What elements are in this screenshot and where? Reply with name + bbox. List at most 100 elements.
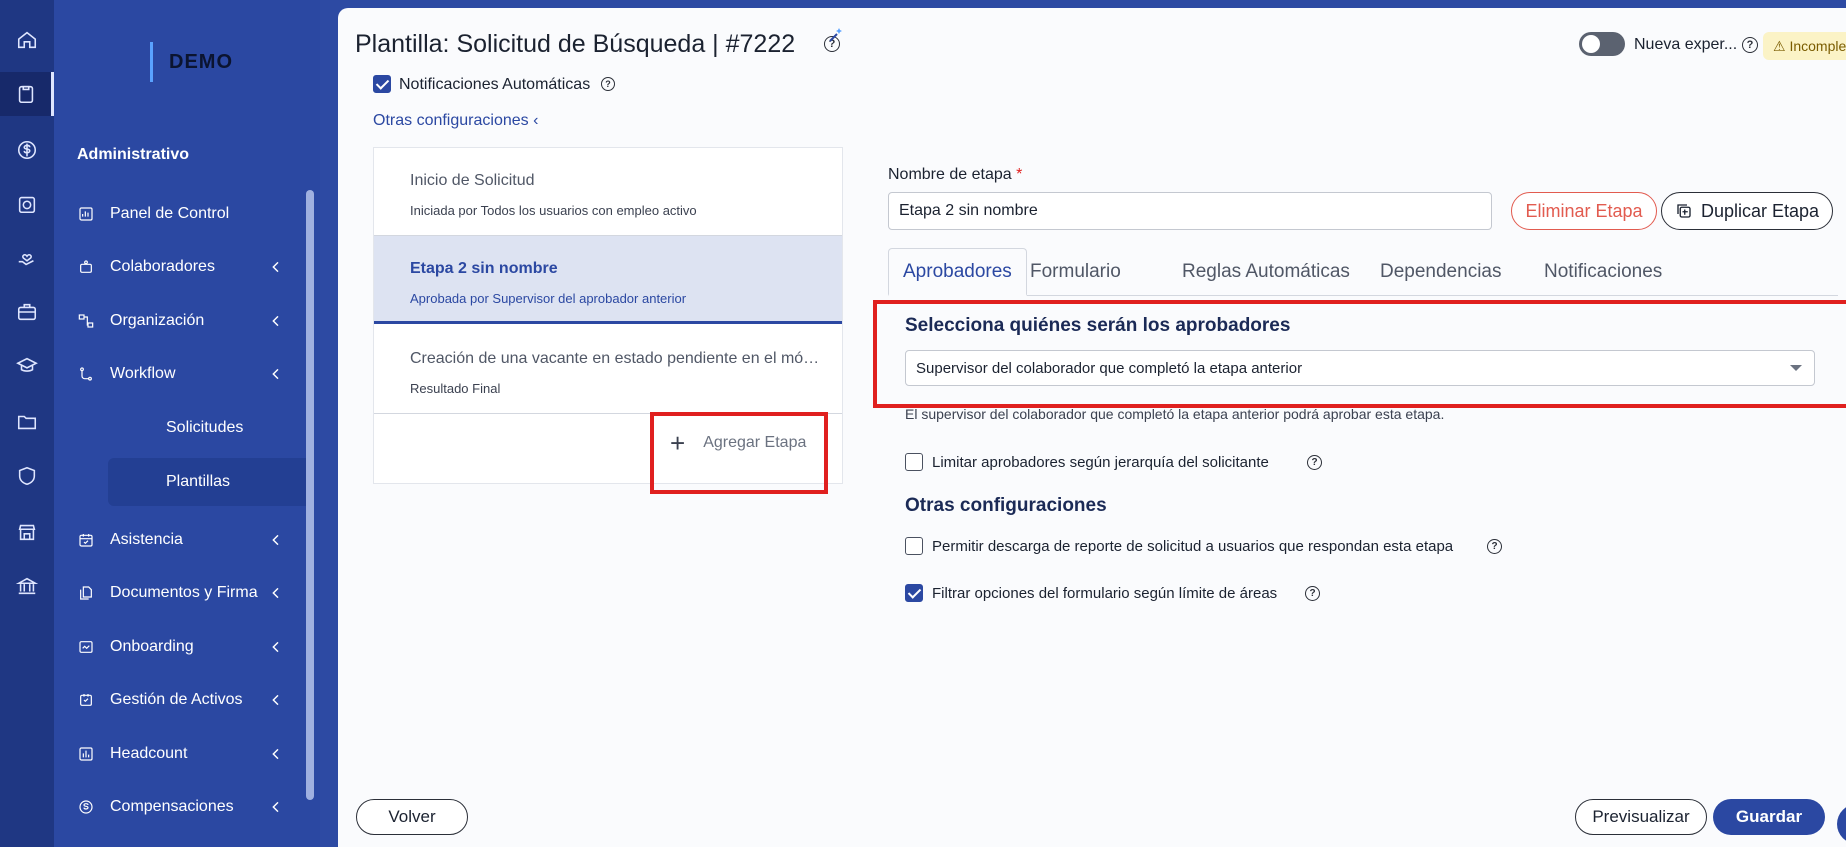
sidebar: DEMO Administrativo Panel de Control Col… <box>54 0 320 847</box>
stage-subtitle: Aprobada por Supervisor del aprobador an… <box>410 291 687 306</box>
duplicate-stage-button[interactable]: Duplicar Etapa <box>1661 192 1833 230</box>
help-icon[interactable]: ? <box>1307 455 1322 470</box>
other-settings-link[interactable]: Otras configuraciones ‹ <box>373 112 538 130</box>
highlight-box-add-stage <box>650 412 828 494</box>
sidebar-item-onboarding[interactable]: Onboarding <box>64 623 304 671</box>
stage-name-label-text: Nombre de etapa <box>888 166 1012 183</box>
chevron-left-icon <box>268 585 284 601</box>
other-settings-link-label: Otras configuraciones <box>373 112 529 129</box>
notifications-checkbox[interactable] <box>373 75 391 93</box>
sidebar-item-panel-de-control[interactable]: Panel de Control <box>64 190 304 238</box>
stage-title: Inicio de Solicitud <box>410 172 535 189</box>
sidebar-item-label: Headcount <box>110 745 188 762</box>
stage-item[interactable]: Creación de una vacante en estado pendie… <box>374 326 842 414</box>
tab-formulario[interactable]: Formulario <box>1030 248 1121 296</box>
new-experience-toggle[interactable] <box>1579 32 1625 56</box>
coin-icon <box>76 797 96 817</box>
chevron-left-icon <box>268 692 284 708</box>
download-report-checkbox[interactable] <box>905 537 923 555</box>
sidebar-item-label: Organización <box>110 312 205 329</box>
home-icon[interactable] <box>0 18 54 62</box>
shield-icon[interactable] <box>0 454 54 498</box>
stage-name-label: Nombre de etapa * <box>888 166 1022 184</box>
magic-wand-icon[interactable] <box>826 25 846 45</box>
stage-item[interactable]: Inicio de Solicitud Iniciada por Todos l… <box>374 148 842 236</box>
dollar-icon[interactable] <box>0 128 54 172</box>
graduation-icon[interactable] <box>0 344 54 388</box>
help-icon[interactable]: ? <box>1742 37 1758 53</box>
sidebar-scrollbar[interactable] <box>306 190 314 800</box>
store-icon[interactable] <box>0 510 54 554</box>
main-panel: Plantilla: Solicitud de Búsqueda | #7222… <box>338 8 1846 847</box>
clock-icon[interactable] <box>0 182 54 226</box>
sidebar-section-title: Administrativo <box>77 146 190 163</box>
other-config-title: Otras configuraciones <box>905 495 1107 516</box>
chevron-left-icon <box>268 746 284 762</box>
status-badge: ⚠ Incomple <box>1763 32 1846 60</box>
delete-stage-button[interactable]: Eliminar Etapa <box>1511 192 1657 230</box>
help-chat-button[interactable] <box>1837 804 1846 844</box>
limit-approvers-checkbox[interactable] <box>905 453 923 471</box>
calendar-icon <box>76 530 96 550</box>
sidebar-item-label: Workflow <box>110 365 176 382</box>
sidebar-item-colaboradores[interactable]: Colaboradores <box>64 243 304 291</box>
sidebar-item-label: Asistencia <box>110 531 183 548</box>
clipboard-icon[interactable] <box>0 72 54 116</box>
tab-dependencias[interactable]: Dependencias <box>1380 248 1501 296</box>
sidebar-subitem-plantillas[interactable]: Plantillas <box>108 458 312 506</box>
logo-text: DEMO <box>169 50 233 73</box>
bank-icon[interactable] <box>0 564 54 608</box>
sidebar-subitem-solicitudes[interactable]: Solicitudes <box>166 404 243 452</box>
tab-notificaciones[interactable]: Notificaciones <box>1544 248 1662 296</box>
chevron-left-icon <box>268 532 284 548</box>
chevron-left-icon <box>268 366 284 382</box>
notifications-label: Notificaciones Automáticas <box>399 76 591 93</box>
sidebar-item-label: Onboarding <box>110 638 194 655</box>
stage-item-selected[interactable]: Etapa 2 sin nombre Aprobada por Supervis… <box>374 236 842 324</box>
sidebar-item-label: Panel de Control <box>110 205 230 222</box>
filter-areas-label: Filtrar opciones del formulario según lí… <box>932 585 1278 602</box>
toggle-label: Nueva exper... <box>1634 36 1738 53</box>
help-icon[interactable]: ? <box>601 77 615 91</box>
stage-title: Creación de una vacante en estado pendie… <box>410 350 820 367</box>
save-button[interactable]: Guardar <box>1713 799 1825 835</box>
back-button[interactable]: Volver <box>356 799 468 835</box>
workflow-icon <box>76 364 96 384</box>
stage-name-input[interactable] <box>888 192 1492 230</box>
approvers-helper: El supervisor del colaborador que comple… <box>905 406 1445 422</box>
tab-aprobadores[interactable]: Aprobadores <box>888 248 1027 296</box>
sidebar-item-compensaciones[interactable]: Compensaciones <box>64 783 304 831</box>
sidebar-item-asistencia[interactable]: Asistencia <box>64 516 304 564</box>
users-icon <box>76 257 96 277</box>
filter-areas-checkbox[interactable] <box>905 584 923 602</box>
help-icon[interactable]: ? <box>1487 539 1502 554</box>
dashboard-icon <box>76 204 96 224</box>
heart-hand-icon[interactable] <box>0 236 54 280</box>
tab-reglas-automaticas[interactable]: Reglas Automáticas <box>1182 248 1350 296</box>
stage-subtitle: Iniciada por Todos los usuarios con empl… <box>410 203 697 218</box>
duplicate-stage-label: Duplicar Etapa <box>1700 200 1820 221</box>
chevron-left-icon: ‹ <box>533 112 539 129</box>
page-title: Plantilla: Solicitud de Búsqueda | #7222 <box>355 30 796 58</box>
duplicate-icon <box>1677 204 1691 218</box>
briefcase-icon[interactable] <box>0 290 54 334</box>
onboarding-icon <box>76 637 96 657</box>
chevron-left-icon <box>268 639 284 655</box>
sidebar-item-gestion-de-activos[interactable]: Gestión de Activos <box>64 676 304 724</box>
help-icon[interactable]: ? <box>1305 586 1320 601</box>
chevron-left-icon <box>268 799 284 815</box>
assets-icon <box>76 690 96 710</box>
sidebar-item-documentos-y-firma[interactable]: Documentos y Firma <box>64 569 304 617</box>
stage-title: Etapa 2 sin nombre <box>410 260 558 277</box>
stage-tabs: Aprobadores Formulario Reglas Automática… <box>888 248 1838 296</box>
documents-icon <box>76 583 96 603</box>
sidebar-item-headcount[interactable]: Headcount <box>64 730 304 778</box>
sidebar-item-workflow[interactable]: Workflow <box>64 350 304 398</box>
folder-icon[interactable] <box>0 400 54 444</box>
sidebar-item-label: Documentos y Firma <box>110 584 258 601</box>
limit-approvers-label: Limitar aprobadores según jerarquía del … <box>932 454 1269 471</box>
icon-rail <box>0 0 54 847</box>
preview-button[interactable]: Previsualizar <box>1575 799 1707 835</box>
chevron-left-icon <box>268 259 284 275</box>
sidebar-item-organizacion[interactable]: Organización <box>64 297 304 345</box>
